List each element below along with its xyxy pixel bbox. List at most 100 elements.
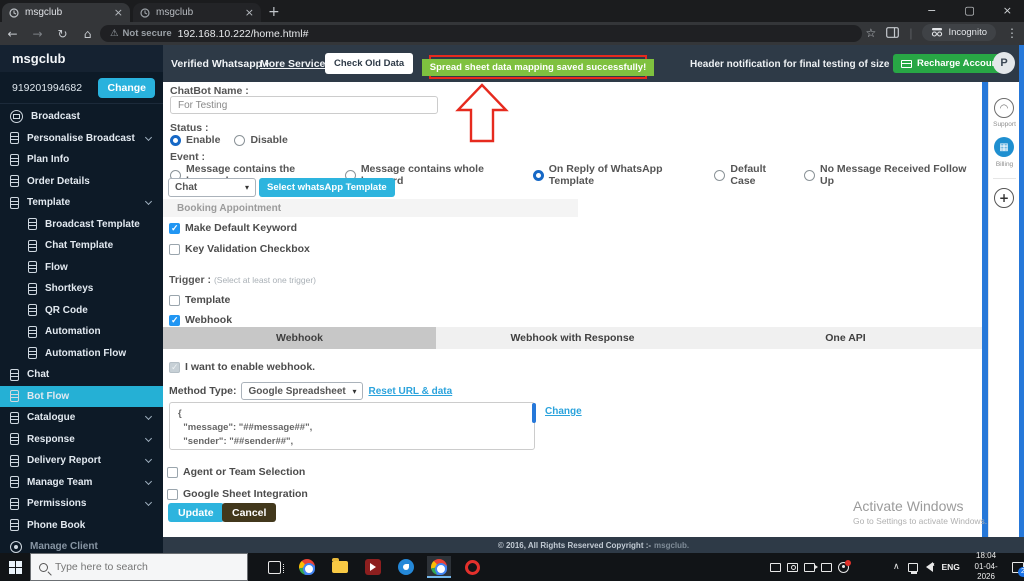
chrome-taskbar-icon[interactable] bbox=[295, 556, 319, 578]
sidebar-item-chat-template[interactable]: Chat Template bbox=[0, 235, 163, 257]
close-icon[interactable]: × bbox=[114, 6, 123, 19]
sidebar-item-broadcast[interactable]: Broadcast bbox=[0, 106, 163, 128]
home-button[interactable]: ⌂ bbox=[75, 27, 100, 41]
update-button[interactable]: Update bbox=[168, 503, 224, 522]
bookmark-star-icon[interactable]: ☆ bbox=[866, 26, 877, 40]
opera-taskbar-icon[interactable] bbox=[460, 556, 484, 578]
clock[interactable]: 18:04 01-04-2026 bbox=[968, 551, 1004, 581]
paint-taskbar-icon[interactable] bbox=[394, 556, 418, 578]
address-bar[interactable]: ⚠ Not secure 192.168.10.222/home.html# bbox=[100, 25, 862, 42]
close-icon[interactable]: × bbox=[245, 6, 254, 19]
sidebar-item-chat[interactable]: Chat bbox=[0, 364, 163, 386]
tab-webhook-with-response[interactable]: Webhook with Response bbox=[436, 327, 709, 349]
select-whatsapp-template-button[interactable]: Select whatsApp Template bbox=[259, 178, 395, 197]
minimize-button[interactable]: − bbox=[927, 4, 936, 17]
change-number-button[interactable]: Change bbox=[98, 77, 155, 98]
webhook-payload-textarea[interactable]: { "message": "##message##", "sender": "#… bbox=[169, 402, 535, 450]
sidebar-item-phone-book[interactable]: Phone Book bbox=[0, 515, 163, 537]
textarea-scrollbar[interactable] bbox=[532, 403, 536, 423]
radio-event-no-message[interactable] bbox=[803, 169, 815, 181]
sidebar-item-broadcast-template[interactable]: Broadcast Template bbox=[0, 214, 163, 236]
snip-tool-icon[interactable] bbox=[770, 562, 781, 572]
check-old-data-button[interactable]: Check Old Data bbox=[325, 53, 414, 74]
checkbox-google-sheet-integration[interactable] bbox=[167, 488, 178, 500]
side-panel-icon[interactable] bbox=[886, 27, 900, 38]
change-link[interactable]: Change bbox=[545, 406, 582, 417]
camera-icon[interactable] bbox=[787, 562, 798, 572]
sidebar-item-template[interactable]: Template bbox=[0, 192, 163, 214]
sidebar-item-automation-flow[interactable]: Automation Flow bbox=[0, 343, 163, 365]
sidebar-item-qr-code[interactable]: QR Code bbox=[0, 300, 163, 322]
sidebar-item-delivery-report[interactable]: Delivery Report bbox=[0, 450, 163, 472]
radio-event-default-case[interactable] bbox=[714, 169, 726, 181]
not-secure-label[interactable]: Not secure bbox=[123, 28, 172, 39]
chatbot-name-input[interactable] bbox=[170, 96, 438, 114]
checkbox-key-validation[interactable] bbox=[169, 243, 180, 255]
language-indicator[interactable]: ENG bbox=[941, 562, 959, 572]
task-view-button[interactable] bbox=[262, 556, 286, 578]
avatar[interactable]: P bbox=[993, 52, 1015, 74]
sidebar-item-bot-flow[interactable]: Bot Flow bbox=[0, 385, 163, 407]
add-button[interactable]: + bbox=[994, 188, 1014, 208]
new-tab-button[interactable]: + bbox=[268, 4, 280, 20]
video-camera-icon[interactable] bbox=[804, 562, 818, 572]
close-window-button[interactable]: × bbox=[1003, 4, 1012, 17]
method-type-select[interactable]: Google Spreadsheet ▾ bbox=[241, 382, 364, 400]
caret-down-icon: ▾ bbox=[244, 183, 249, 192]
checkbox-trigger-webhook[interactable] bbox=[169, 314, 180, 326]
status-label: Status : bbox=[170, 122, 209, 134]
sidebar-item-flow[interactable]: Flow bbox=[0, 257, 163, 279]
tray-expand-icon[interactable]: ∧ bbox=[893, 562, 900, 572]
reset-url-link[interactable]: Reset URL & data bbox=[368, 386, 452, 397]
taskbar-search[interactable] bbox=[30, 553, 248, 581]
chevron-down-icon bbox=[144, 455, 153, 464]
sidebar-item-personalise-broadcast[interactable]: Personalise Broadcast bbox=[0, 128, 163, 150]
support-icon[interactable]: ◠ bbox=[994, 98, 1014, 118]
sidebar-item-catalogue[interactable]: Catalogue bbox=[0, 407, 163, 429]
sidebar-item-manage-team[interactable]: Manage Team bbox=[0, 472, 163, 494]
page-scrollbar[interactable] bbox=[1019, 45, 1024, 537]
checkbox-agent-team-selection[interactable] bbox=[167, 466, 178, 478]
tab-webhook[interactable]: Webhook bbox=[163, 327, 436, 349]
sidebar-item-shortkeys[interactable]: Shortkeys bbox=[0, 278, 163, 300]
sidebar-item-permissions[interactable]: Permissions bbox=[0, 493, 163, 515]
forward-button[interactable]: → bbox=[25, 27, 50, 41]
checkbox-trigger-template[interactable] bbox=[169, 294, 180, 306]
sidebar-item-manage-client[interactable]: Manage Client bbox=[0, 536, 163, 553]
sidebar-item-response[interactable]: Response bbox=[0, 429, 163, 451]
sidebar-item-automation[interactable]: Automation bbox=[0, 321, 163, 343]
browser-tab-2[interactable]: msgclub × bbox=[133, 3, 261, 22]
billing-icon[interactable]: ▦ bbox=[994, 137, 1014, 157]
media-player-taskbar-icon[interactable] bbox=[361, 556, 385, 578]
radio-event-reply-template[interactable] bbox=[532, 169, 544, 181]
network-icon[interactable] bbox=[907, 562, 919, 574]
browser-menu-icon[interactable]: ⋮ bbox=[1006, 26, 1018, 40]
tab-one-api[interactable]: One API bbox=[709, 327, 982, 349]
checkbox-make-default-keyword[interactable] bbox=[169, 222, 180, 234]
template-type-select[interactable]: Chat ▾ bbox=[168, 178, 256, 197]
search-input[interactable] bbox=[55, 561, 225, 573]
sidebar-item-order-details[interactable]: Order Details bbox=[0, 171, 163, 193]
back-button[interactable]: ← bbox=[0, 27, 25, 41]
gear-icon[interactable] bbox=[838, 559, 851, 573]
notification-center-icon[interactable]: 2 bbox=[1012, 561, 1024, 577]
radio-enable[interactable] bbox=[170, 134, 181, 146]
document-icon bbox=[28, 261, 37, 274]
url-text[interactable]: 192.168.10.222/home.html# bbox=[178, 28, 309, 40]
cancel-button[interactable]: Cancel bbox=[222, 503, 277, 522]
footer-brand-link[interactable]: msgclub. bbox=[654, 541, 689, 550]
window-icon[interactable] bbox=[821, 562, 832, 572]
browser-tab-1[interactable]: msgclub × bbox=[2, 3, 130, 22]
file-explorer-taskbar-icon[interactable] bbox=[328, 556, 352, 578]
chrome-active-taskbar-icon[interactable] bbox=[427, 556, 451, 578]
reload-button[interactable]: ↻ bbox=[50, 27, 75, 41]
checkbox-enable-webhook[interactable] bbox=[169, 361, 180, 373]
start-button[interactable] bbox=[0, 553, 30, 581]
maximize-button[interactable]: ▢ bbox=[964, 4, 974, 17]
sidebar-item-plan-info[interactable]: Plan Info bbox=[0, 149, 163, 171]
speaker-icon[interactable] bbox=[926, 562, 938, 572]
verified-whatsapp-dropdown[interactable]: Verified Whatsapp ▾ bbox=[171, 58, 269, 70]
recharge-account-button[interactable]: Recharge Account bbox=[893, 54, 1009, 73]
more-services-link[interactable]: More Services bbox=[260, 58, 331, 70]
radio-disable[interactable] bbox=[234, 134, 246, 146]
